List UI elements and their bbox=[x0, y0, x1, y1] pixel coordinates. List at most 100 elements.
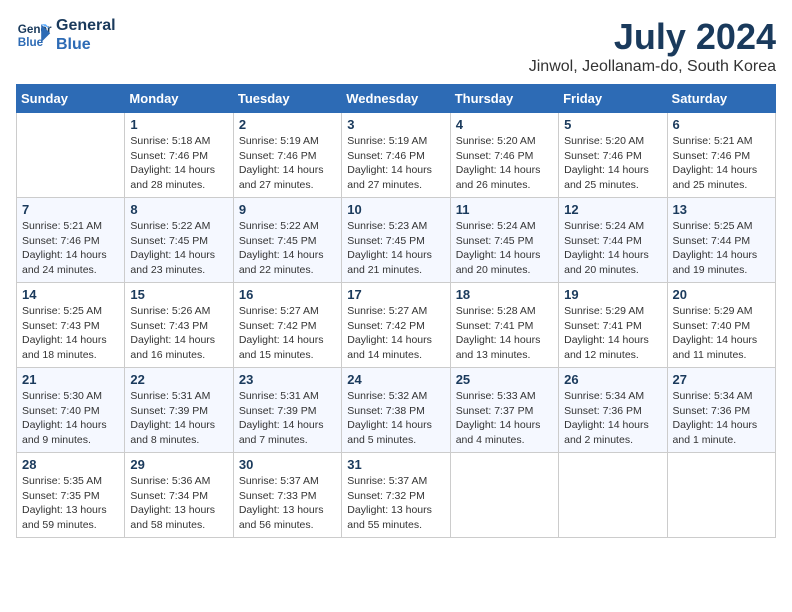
day-number: 4 bbox=[456, 117, 553, 132]
svg-text:Blue: Blue bbox=[18, 36, 44, 49]
calendar-cell: 25 Sunrise: 5:33 AM Sunset: 7:37 PM Dayli… bbox=[450, 368, 558, 453]
cell-content: Sunrise: 5:25 AM Sunset: 7:43 PM Dayligh… bbox=[22, 304, 119, 363]
cell-content: Sunrise: 5:33 AM Sunset: 7:37 PM Dayligh… bbox=[456, 389, 553, 448]
cell-content: Sunrise: 5:26 AM Sunset: 7:43 PM Dayligh… bbox=[130, 304, 227, 363]
col-header-wednesday: Wednesday bbox=[342, 85, 450, 113]
cell-content: Sunrise: 5:34 AM Sunset: 7:36 PM Dayligh… bbox=[564, 389, 661, 448]
cell-content: Sunrise: 5:27 AM Sunset: 7:42 PM Dayligh… bbox=[239, 304, 336, 363]
cell-content: Sunrise: 5:25 AM Sunset: 7:44 PM Dayligh… bbox=[673, 219, 770, 278]
col-header-friday: Friday bbox=[559, 85, 667, 113]
cell-content: Sunrise: 5:24 AM Sunset: 7:44 PM Dayligh… bbox=[564, 219, 661, 278]
day-number: 25 bbox=[456, 372, 553, 387]
day-number: 21 bbox=[22, 372, 119, 387]
cell-content: Sunrise: 5:35 AM Sunset: 7:35 PM Dayligh… bbox=[22, 474, 119, 533]
calendar-cell: 28 Sunrise: 5:35 AM Sunset: 7:35 PM Dayli… bbox=[17, 453, 125, 538]
day-number: 6 bbox=[673, 117, 770, 132]
day-number: 12 bbox=[564, 202, 661, 217]
month-title: July 2024 bbox=[529, 16, 776, 58]
day-number: 11 bbox=[456, 202, 553, 217]
calendar-cell: 20Sunrise: 5:29 AM Sunset: 7:40 PM Dayli… bbox=[667, 283, 775, 368]
day-number: 15 bbox=[130, 287, 227, 302]
calendar-cell: 31 Sunrise: 5:37 AM Sunset: 7:32 PM Dayli… bbox=[342, 453, 450, 538]
calendar-cell bbox=[667, 453, 775, 538]
calendar-cell: 18 Sunrise: 5:28 AM Sunset: 7:41 PM Dayli… bbox=[450, 283, 558, 368]
calendar-cell: 15 Sunrise: 5:26 AM Sunset: 7:43 PM Dayli… bbox=[125, 283, 233, 368]
day-number: 31 bbox=[347, 457, 444, 472]
calendar-cell: 4 Sunrise: 5:20 AM Sunset: 7:46 PM Daylig… bbox=[450, 113, 558, 198]
day-number: 17 bbox=[347, 287, 444, 302]
calendar-cell: 8 Sunrise: 5:22 AM Sunset: 7:45 PM Daylig… bbox=[125, 198, 233, 283]
calendar-cell: 1Sunrise: 5:18 AM Sunset: 7:46 PM Daylig… bbox=[125, 113, 233, 198]
cell-content: Sunrise: 5:28 AM Sunset: 7:41 PM Dayligh… bbox=[456, 304, 553, 363]
day-number: 7 bbox=[22, 202, 119, 217]
col-header-saturday: Saturday bbox=[667, 85, 775, 113]
location: Jinwol, Jeollanam-do, South Korea bbox=[529, 58, 776, 76]
day-number: 18 bbox=[456, 287, 553, 302]
day-number: 28 bbox=[22, 457, 119, 472]
calendar-cell: 6 Sunrise: 5:21 AM Sunset: 7:46 PM Daylig… bbox=[667, 113, 775, 198]
calendar-cell: 14 Sunrise: 5:25 AM Sunset: 7:43 PM Dayli… bbox=[17, 283, 125, 368]
calendar-cell: 24 Sunrise: 5:32 AM Sunset: 7:38 PM Dayli… bbox=[342, 368, 450, 453]
day-number: 2 bbox=[239, 117, 336, 132]
day-number: 19 bbox=[564, 287, 661, 302]
day-number: 23 bbox=[239, 372, 336, 387]
cell-content: Sunrise: 5:31 AM Sunset: 7:39 PM Dayligh… bbox=[239, 389, 336, 448]
calendar-table: SundayMondayTuesdayWednesdayThursdayFrid… bbox=[16, 84, 776, 538]
calendar-cell bbox=[559, 453, 667, 538]
day-number: 26 bbox=[564, 372, 661, 387]
cell-content: Sunrise: 5:20 AM Sunset: 7:46 PM Dayligh… bbox=[456, 134, 553, 193]
calendar-cell: 23 Sunrise: 5:31 AM Sunset: 7:39 PM Dayli… bbox=[233, 368, 341, 453]
col-header-thursday: Thursday bbox=[450, 85, 558, 113]
calendar-cell: 10Sunrise: 5:23 AM Sunset: 7:45 PM Dayli… bbox=[342, 198, 450, 283]
cell-content: Sunrise: 5:32 AM Sunset: 7:38 PM Dayligh… bbox=[347, 389, 444, 448]
calendar-cell: 5Sunrise: 5:20 AM Sunset: 7:46 PM Daylig… bbox=[559, 113, 667, 198]
calendar-cell: 22Sunrise: 5:31 AM Sunset: 7:39 PM Dayli… bbox=[125, 368, 233, 453]
cell-content: Sunrise: 5:34 AM Sunset: 7:36 PM Dayligh… bbox=[673, 389, 770, 448]
col-header-sunday: Sunday bbox=[17, 85, 125, 113]
logo-general: General bbox=[56, 16, 116, 35]
cell-content: Sunrise: 5:37 AM Sunset: 7:33 PM Dayligh… bbox=[239, 474, 336, 533]
day-number: 13 bbox=[673, 202, 770, 217]
calendar-cell: 2 Sunrise: 5:19 AM Sunset: 7:46 PM Daylig… bbox=[233, 113, 341, 198]
cell-content: Sunrise: 5:19 AM Sunset: 7:46 PM Dayligh… bbox=[347, 134, 444, 193]
logo-icon: General Blue bbox=[16, 17, 52, 53]
day-number: 22 bbox=[130, 372, 227, 387]
day-number: 29 bbox=[130, 457, 227, 472]
cell-content: Sunrise: 5:27 AM Sunset: 7:42 PM Dayligh… bbox=[347, 304, 444, 363]
col-header-tuesday: Tuesday bbox=[233, 85, 341, 113]
week-row-2: 7 Sunrise: 5:21 AM Sunset: 7:46 PM Daylig… bbox=[17, 198, 776, 283]
day-number: 9 bbox=[239, 202, 336, 217]
day-number: 3 bbox=[347, 117, 444, 132]
week-row-4: 21Sunrise: 5:30 AM Sunset: 7:40 PM Dayli… bbox=[17, 368, 776, 453]
calendar-cell: 7 Sunrise: 5:21 AM Sunset: 7:46 PM Daylig… bbox=[17, 198, 125, 283]
calendar-cell: 16Sunrise: 5:27 AM Sunset: 7:42 PM Dayli… bbox=[233, 283, 341, 368]
calendar-cell: 3 Sunrise: 5:19 AM Sunset: 7:46 PM Daylig… bbox=[342, 113, 450, 198]
cell-content: Sunrise: 5:21 AM Sunset: 7:46 PM Dayligh… bbox=[673, 134, 770, 193]
day-number: 30 bbox=[239, 457, 336, 472]
cell-content: Sunrise: 5:21 AM Sunset: 7:46 PM Dayligh… bbox=[22, 219, 119, 278]
logo: General Blue General Blue bbox=[16, 16, 116, 54]
cell-content: Sunrise: 5:22 AM Sunset: 7:45 PM Dayligh… bbox=[130, 219, 227, 278]
day-number: 10 bbox=[347, 202, 444, 217]
calendar-cell bbox=[17, 113, 125, 198]
day-number: 27 bbox=[673, 372, 770, 387]
calendar-cell: 19 Sunrise: 5:29 AM Sunset: 7:41 PM Dayli… bbox=[559, 283, 667, 368]
day-number: 24 bbox=[347, 372, 444, 387]
day-number: 14 bbox=[22, 287, 119, 302]
cell-content: Sunrise: 5:29 AM Sunset: 7:41 PM Dayligh… bbox=[564, 304, 661, 363]
week-row-1: 1Sunrise: 5:18 AM Sunset: 7:46 PM Daylig… bbox=[17, 113, 776, 198]
day-number: 8 bbox=[130, 202, 227, 217]
calendar-cell: 26 Sunrise: 5:34 AM Sunset: 7:36 PM Dayli… bbox=[559, 368, 667, 453]
cell-content: Sunrise: 5:29 AM Sunset: 7:40 PM Dayligh… bbox=[673, 304, 770, 363]
cell-content: Sunrise: 5:37 AM Sunset: 7:32 PM Dayligh… bbox=[347, 474, 444, 533]
page-header: General Blue General Blue July 2024 Jinw… bbox=[16, 16, 776, 76]
calendar-cell: 9 Sunrise: 5:22 AM Sunset: 7:45 PM Daylig… bbox=[233, 198, 341, 283]
cell-content: Sunrise: 5:22 AM Sunset: 7:45 PM Dayligh… bbox=[239, 219, 336, 278]
header-row: SundayMondayTuesdayWednesdayThursdayFrid… bbox=[17, 85, 776, 113]
calendar-cell: 11Sunrise: 5:24 AM Sunset: 7:45 PM Dayli… bbox=[450, 198, 558, 283]
calendar-cell: 29 Sunrise: 5:36 AM Sunset: 7:34 PM Dayli… bbox=[125, 453, 233, 538]
cell-content: Sunrise: 5:19 AM Sunset: 7:46 PM Dayligh… bbox=[239, 134, 336, 193]
col-header-monday: Monday bbox=[125, 85, 233, 113]
cell-content: Sunrise: 5:36 AM Sunset: 7:34 PM Dayligh… bbox=[130, 474, 227, 533]
title-block: July 2024 Jinwol, Jeollanam-do, South Ko… bbox=[529, 16, 776, 76]
